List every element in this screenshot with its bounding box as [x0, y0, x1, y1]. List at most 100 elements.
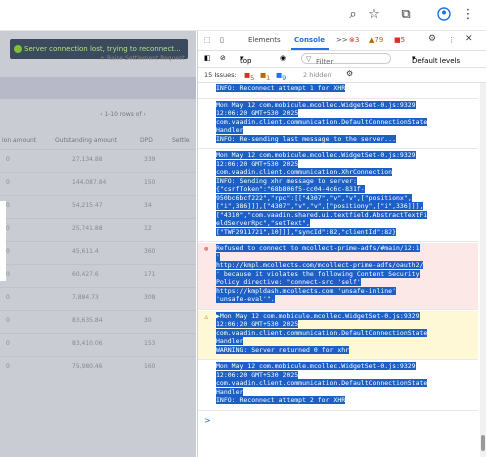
console-separator [198, 241, 478, 242]
table-header: ion amount Outstanding amount DPD Settle [0, 135, 196, 147]
issues-warn-count[interactable]: ■ 1 [260, 71, 270, 82]
clear-console-icon[interactable]: ⊘ [220, 54, 226, 62]
sidebar-toggle-icon[interactable]: ◧ [204, 54, 211, 62]
star-icon[interactable]: ☆ [366, 7, 382, 23]
issues-count-badge[interactable]: ■5 [394, 36, 405, 44]
table-row[interactable]: 0 45,611.4 360 [0, 241, 196, 262]
console-line: Mon May 12 com.mobicule.mcollec.WidgetSe… [216, 362, 416, 370]
levels-select[interactable]: Default levels ▾ [412, 54, 460, 65]
table-cell: 83,410.06 [72, 340, 103, 347]
console-message-log[interactable]: Mon May 12 com.mobicule.mcollec.WidgetSe… [198, 361, 478, 410]
table-cell: 0 [6, 317, 10, 324]
side-panel-edge [0, 201, 6, 281]
table-cell: 12 [144, 225, 152, 232]
console-message-log[interactable]: Mon May 12 com.mobicule.mcollec.WidgetSe… [198, 100, 478, 149]
console-line: com.vaadin.client.communication.DefaultC… [216, 328, 428, 337]
table-cell: 0 [6, 271, 10, 278]
inspect-icon[interactable]: ⬚ [204, 36, 211, 44]
table-cell: 308 [144, 294, 156, 301]
more-options-icon[interactable]: ⋮ [448, 36, 455, 44]
console-separator [198, 148, 478, 149]
settings-gear-icon[interactable]: ⚙ [428, 34, 436, 44]
context-select[interactable]: top ▾ [240, 54, 251, 65]
zoom-icon[interactable]: ⌕ [345, 7, 361, 23]
active-tab-underline [291, 48, 329, 50]
table-cell: 83,635.84 [72, 317, 103, 324]
close-icon[interactable]: ✕ [465, 34, 473, 44]
console-message-warn[interactable]: ⚠ ▶Mon May 12 com.mobicule.mcollec.Widget… [198, 310, 478, 359]
console-prompt[interactable]: > [204, 416, 211, 425]
console-line: 12:06:20 GMT+530 2025 [216, 159, 299, 168]
issues-label[interactable]: 15 Issues: [204, 71, 237, 79]
table-row[interactable]: 0 83,410.06 153 [0, 333, 196, 354]
console-line: ▶Mon May 12 com.mobicule.mcollec.WidgetS… [216, 311, 420, 320]
table-row[interactable]: 0 7,884.73 308 [0, 287, 196, 308]
console-line: com.vaadin.client.communication.DefaultC… [216, 117, 428, 126]
col-header: Settle [172, 137, 190, 144]
console-line: INFO: Reconnect attempt 2 for XHR [216, 396, 346, 404]
tab-elements[interactable]: Elements [248, 36, 281, 44]
devtools-tabs: ⬚ ▯ Elements Console >> ⊗3 ▲79 ■5 ⚙ ⋮ ✕ [198, 31, 486, 51]
table-cell: 27,134.88 [72, 156, 103, 163]
table-cell: 0 [6, 248, 10, 255]
scrollbar-thumb[interactable] [481, 435, 485, 451]
table-cell: 0 [6, 156, 10, 163]
app-page: Server connection lost, trying to reconn… [0, 31, 196, 457]
status-dot-icon [14, 45, 22, 53]
console-message-error[interactable]: ⊗ Refused to connect to mcollect-prime-ad… [198, 243, 478, 309]
table-cell: 0 [6, 179, 10, 186]
console-separator [198, 97, 478, 99]
profile-icon[interactable] [436, 7, 452, 23]
console-line: Handler [216, 126, 244, 134]
table-cell: 75,980.46 [72, 363, 103, 370]
console-message-log[interactable]: Mon May 12 com.mobicule.mcollec.WidgetSe… [198, 150, 478, 241]
table-cell: 144,087.84 [72, 179, 107, 186]
eye-icon[interactable]: ◉ [280, 54, 286, 62]
table-cell: 150 [144, 179, 156, 186]
col-header: ion amount [2, 137, 37, 144]
console-message-log[interactable]: INFO: Reconnect attempt 1 for XHR [198, 83, 478, 98]
issues-info-count[interactable]: ■ 9 [276, 71, 286, 82]
table-row[interactable]: 0 75,980.46 160 [0, 356, 196, 377]
error-icon: ⊗ [204, 245, 209, 253]
warning-count-badge[interactable]: ▲79 [369, 36, 383, 44]
extensions-icon[interactable]: ⧉ [398, 7, 414, 23]
filter-input[interactable]: ▽ Filter [301, 53, 391, 66]
table-cell: 0 [6, 294, 10, 301]
table-cell: 30 [144, 317, 152, 324]
table-cell: 171 [144, 271, 156, 278]
table-row[interactable]: 0 60,427.6 171 [0, 264, 196, 285]
menu-icon[interactable]: ⋮ [460, 7, 476, 23]
console-line: INFO: Re-sending last message to the ser… [216, 134, 397, 143]
browser-toolbar: ⌕ ☆ ⧉ ⋮ [0, 0, 486, 31]
table-row[interactable]: 0 144,087.84 150 [0, 172, 196, 193]
table-row[interactable]: 0 25,741.88 12 [0, 218, 196, 239]
raise-settlement-button[interactable]: + Raise Settlement Request [100, 55, 190, 65]
issues-error-count[interactable]: ■ 5 [244, 71, 254, 82]
console-line: INFO: Reconnect attempt 1 for XHR [216, 84, 346, 92]
tab-console[interactable]: Console [294, 36, 325, 44]
table-row[interactable]: 0 54,215.47 34 [0, 195, 196, 216]
console-settings-gear-icon[interactable]: ⚙ [346, 69, 353, 78]
table-cell: 0 [6, 363, 10, 370]
tab-more[interactable]: >> [336, 36, 348, 44]
hidden-count: 2 hidden [303, 71, 332, 79]
toast-text: Server connection lost, trying to reconn… [24, 45, 181, 53]
console-line: ["i",386]]],["4307","v","v",["positiony"… [216, 202, 424, 210]
table-row[interactable]: 0 27,134.88 339 [0, 149, 196, 170]
console-line: Policy directive: "connect-src 'self' [216, 278, 361, 286]
table-cell: 160 [144, 363, 156, 370]
console-line: Mon May 12 com.mobicule.mcollec.WidgetSe… [216, 100, 416, 109]
console-line: WARNING: Server returned 0 for xhr [216, 345, 350, 354]
console-output[interactable]: INFO: Reconnect attempt 1 for XHR Mon May… [198, 83, 478, 457]
table-cell: 360 [144, 248, 156, 255]
error-count-badge[interactable]: ⊗3 [349, 36, 359, 44]
console-line: ' because it violates the following Cont… [216, 269, 420, 278]
console-line: com.vaadin.client.communication.DefaultC… [216, 379, 428, 387]
console-line: ["4310","com.vaadin.shared.ui.textfield.… [216, 210, 428, 219]
console-line: 950bc6bcf222","rpc":[["4307","v","v",["p… [216, 193, 412, 202]
table-row[interactable]: 0 83,635.84 30 [0, 310, 196, 331]
device-icon[interactable]: ▯ [220, 36, 224, 44]
console-scrollbar[interactable] [480, 83, 486, 457]
console-line: eldServerRpc","setText", [216, 219, 310, 227]
